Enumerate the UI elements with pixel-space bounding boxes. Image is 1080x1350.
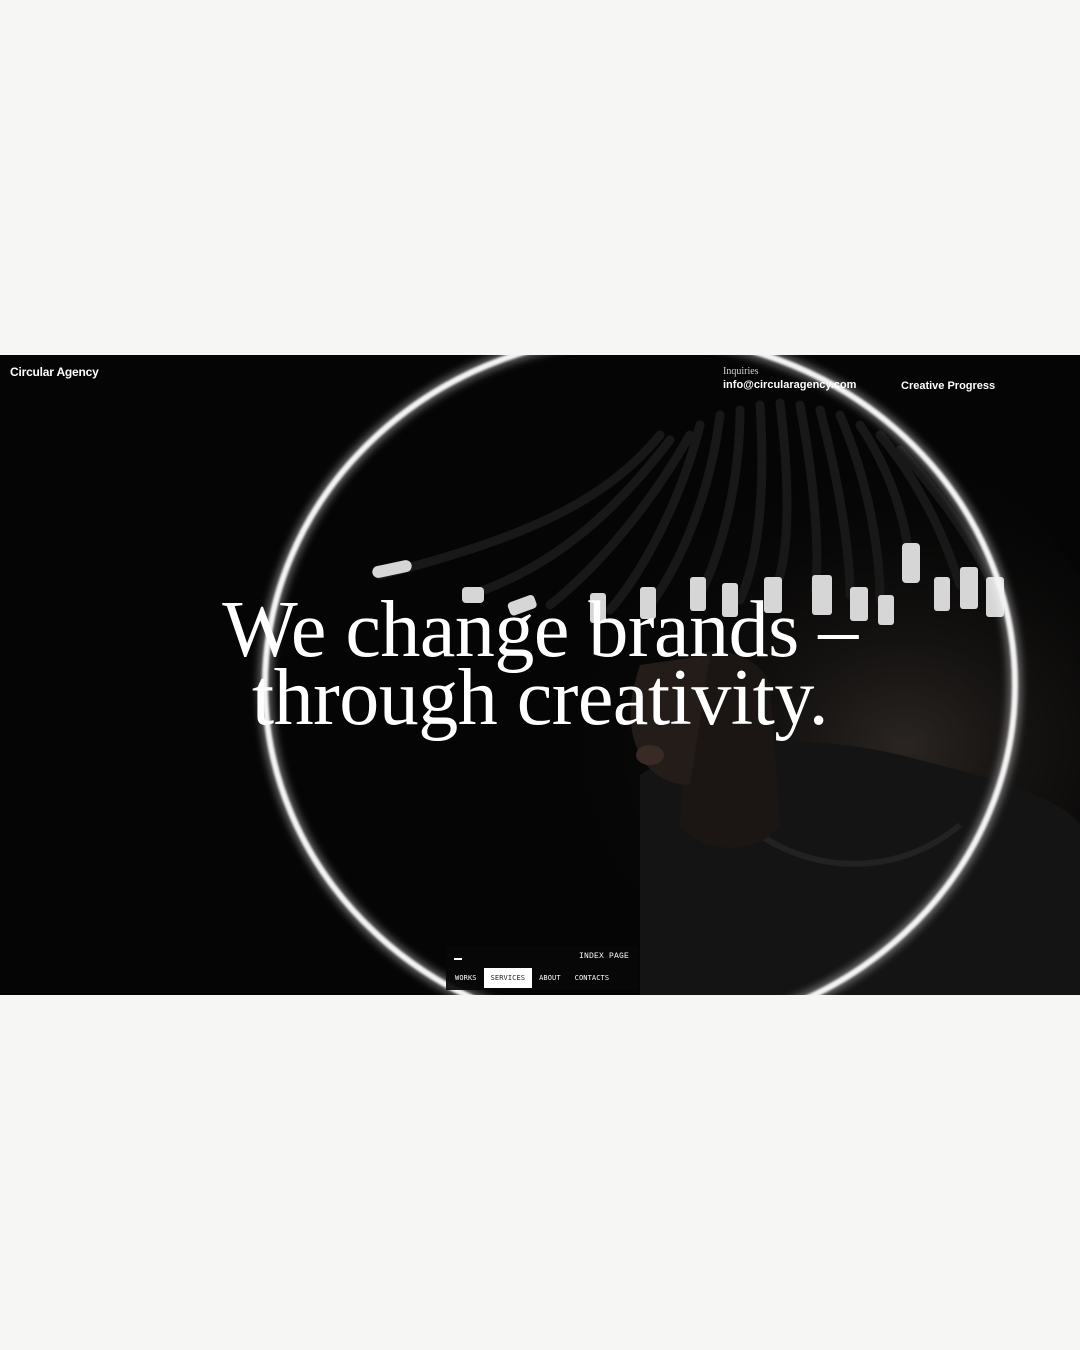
- hero-section: Circular Agency Inquiries info@circulara…: [0, 355, 1080, 995]
- hero-headline: We change brands – through creativity.: [0, 590, 1080, 742]
- creative-progress-link[interactable]: Creative Progress: [901, 380, 995, 392]
- inquiries-label: Inquiries: [723, 366, 759, 377]
- nav-tab-services[interactable]: SERVICES: [483, 968, 533, 988]
- nav-tabs: WORKS SERVICES ABOUT CONTACTS: [448, 968, 616, 988]
- headline-line-2: through creativity.: [251, 654, 829, 742]
- menu-dash-icon[interactable]: [454, 958, 462, 960]
- brand-logo[interactable]: Circular Agency: [10, 365, 99, 379]
- nav-tab-works[interactable]: WORKS: [448, 968, 484, 988]
- inquiries-block: Inquiries info@circularagency.com: [723, 366, 856, 392]
- nav-tab-about[interactable]: ABOUT: [532, 968, 568, 988]
- nav-tab-contacts[interactable]: CONTACTS: [568, 968, 617, 988]
- bottom-nav: INDEX PAGE WORKS SERVICES ABOUT CONTACTS: [446, 946, 638, 990]
- index-page-label: INDEX PAGE: [578, 952, 629, 961]
- inquiries-email-link[interactable]: info@circularagency.com: [723, 378, 856, 392]
